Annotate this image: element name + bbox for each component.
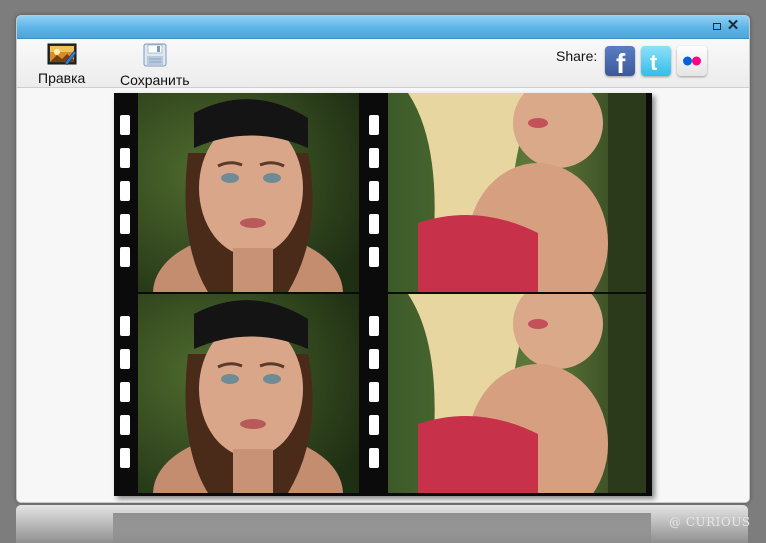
edit-photo-icon xyxy=(47,43,77,65)
flickr-share-button[interactable] xyxy=(677,46,707,76)
maximize-button[interactable] xyxy=(710,19,724,33)
brunette-portrait-image xyxy=(138,93,359,292)
save-button-label: Сохранить xyxy=(120,72,190,88)
floppy-disk-icon xyxy=(143,43,167,67)
twitter-share-button[interactable]: t xyxy=(641,46,671,76)
photo-frame-brunette-top xyxy=(138,93,359,292)
blonde-portrait-image-2 xyxy=(388,294,646,493)
photo-frame-blonde-bottom xyxy=(388,294,646,493)
facebook-share-button[interactable]: f xyxy=(605,46,635,79)
maximize-icon xyxy=(713,22,721,30)
window-reflection xyxy=(16,505,748,543)
filmstrip-reflection xyxy=(113,513,651,543)
twitter-icon: t xyxy=(650,50,658,75)
photo-frame-blonde-top xyxy=(388,93,646,292)
filmstrip-collage xyxy=(114,93,652,496)
facebook-icon: f xyxy=(616,48,626,79)
svg-text:f: f xyxy=(616,48,626,76)
close-icon: ✕ xyxy=(726,17,740,34)
edit-button-label: Правка xyxy=(38,70,86,86)
photo-frame-brunette-bottom xyxy=(138,294,359,493)
close-button[interactable]: ✕ xyxy=(726,17,740,34)
title-bar[interactable]: ✕ xyxy=(17,16,749,39)
blonde-portrait-image xyxy=(388,93,646,292)
edit-button[interactable]: Правка xyxy=(38,43,85,86)
share-label: Share: xyxy=(556,48,598,64)
brunette-portrait-image-2 xyxy=(138,294,359,493)
watermark: @ CURIOUS xyxy=(669,515,751,529)
preview-area xyxy=(17,88,749,502)
flickr-icon xyxy=(683,56,701,66)
svg-text:t: t xyxy=(650,50,658,75)
app-window: ✕ Правка Сохранить Share: f t xyxy=(16,15,750,503)
toolbar: Правка Сохранить Share: f t xyxy=(17,39,749,88)
save-button[interactable]: Сохранить xyxy=(120,43,190,88)
